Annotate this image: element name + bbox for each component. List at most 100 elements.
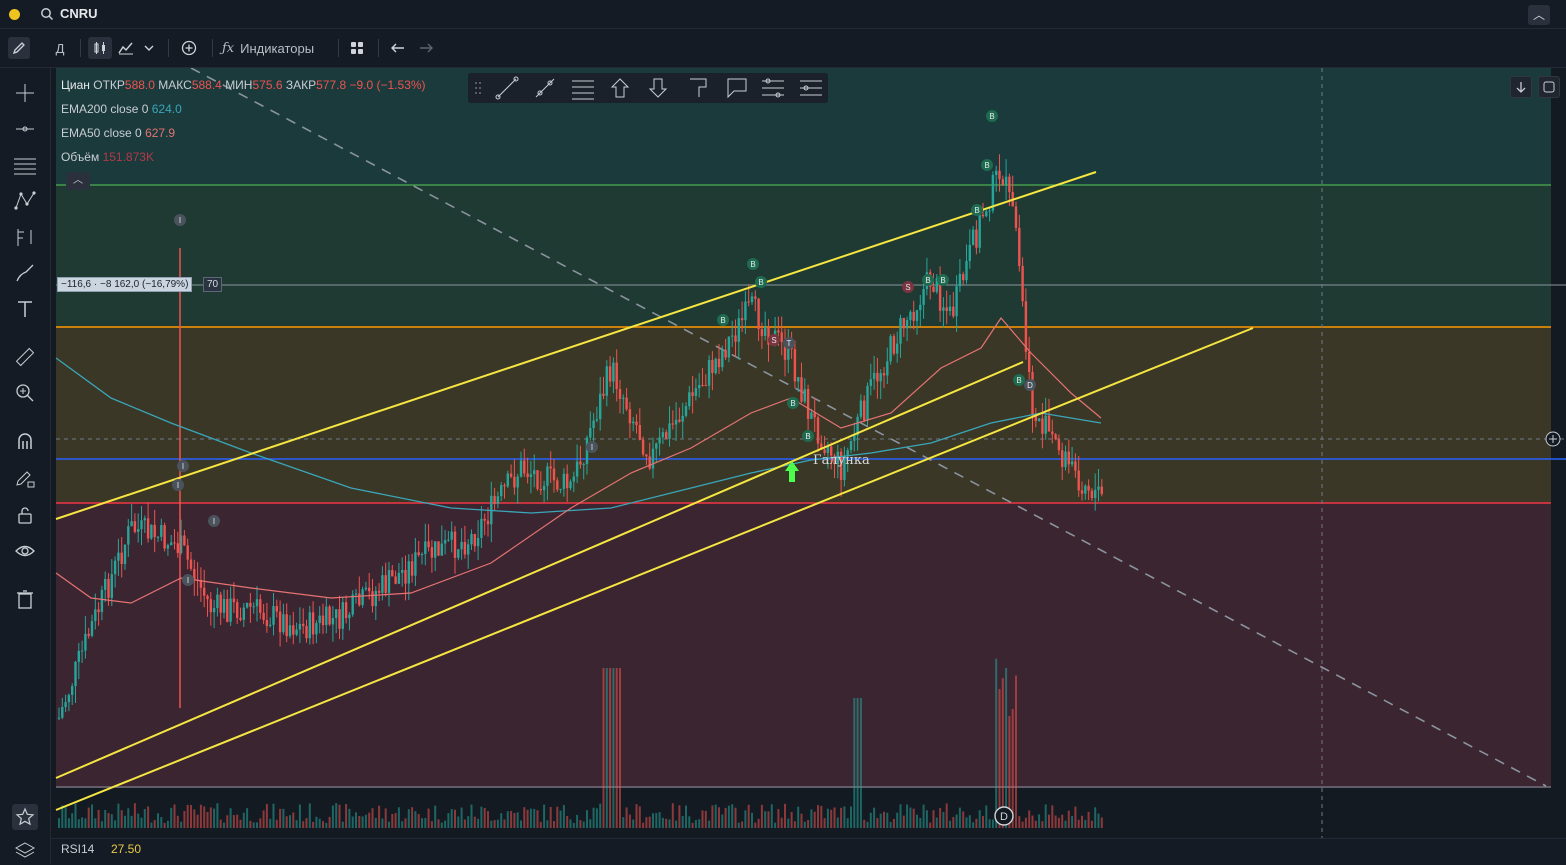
chart-annotation[interactable]: Галунка	[813, 453, 870, 468]
trash-icon[interactable]	[12, 586, 38, 612]
candle-body	[344, 602, 348, 619]
layers-icon[interactable]	[12, 838, 38, 864]
candle-body	[506, 473, 509, 487]
signal-marker-label: B	[940, 276, 945, 285]
interval-button[interactable]: Д	[50, 37, 70, 59]
candle-body	[391, 570, 394, 577]
legend-open-label: ОТКР	[93, 78, 125, 92]
toolbar-divider	[338, 39, 339, 57]
candle-body	[711, 359, 714, 373]
volume-bar	[1051, 805, 1054, 828]
plus-circle-icon[interactable]	[178, 37, 200, 59]
brush-icon[interactable]	[12, 260, 38, 286]
callout-icon	[727, 78, 747, 99]
redo-icon[interactable]	[416, 37, 436, 59]
candles-icon[interactable]	[88, 37, 112, 59]
candle-body	[328, 606, 331, 625]
ema200-legend[interactable]: EMA200 close 0 624.0	[61, 102, 182, 116]
indicators-button[interactable]: ƒx Индикаторы	[222, 37, 332, 59]
candle-body	[496, 496, 500, 505]
ruler-icon[interactable]	[12, 344, 38, 370]
rsi-value: 27.50	[111, 842, 142, 856]
chart-pane[interactable]: Галунка IIIIIIBBBSTBBBBBSBBBD D	[51, 68, 1566, 838]
lock-icon[interactable]	[12, 502, 38, 528]
chart-canvas[interactable]: Галунка IIIIIIBBBS TBBBBBSB BBD D	[51, 68, 1566, 838]
candle-body	[285, 614, 288, 637]
eye-icon[interactable]	[12, 538, 38, 564]
candle-body	[476, 537, 480, 547]
volume-bar	[922, 804, 925, 828]
arrow-up-icon	[610, 78, 630, 98]
volume-bar	[691, 822, 694, 828]
undo-icon[interactable]	[388, 37, 408, 59]
signal-marker-label: B	[750, 260, 755, 269]
measure-bars-tag[interactable]: 70	[203, 277, 223, 292]
candle-body	[539, 488, 542, 491]
volume-bar	[787, 818, 790, 828]
volume-bar	[988, 819, 991, 828]
magnet-icon[interactable]	[12, 428, 38, 454]
volume-bar	[216, 803, 219, 828]
main-legend[interactable]: Циан ОТКР588.0 МАКС588.4 МИН575.6 ЗАКР57…	[61, 78, 426, 92]
candle-body	[331, 617, 335, 625]
candle-body	[292, 625, 295, 635]
candle-body	[592, 420, 595, 428]
trend-line-icon[interactable]	[12, 116, 38, 142]
pattern-icon[interactable]	[12, 188, 38, 214]
volume-bar	[543, 804, 546, 828]
volume-bar	[747, 804, 750, 828]
candle-body	[265, 620, 269, 626]
crosshair-icon[interactable]	[12, 80, 38, 106]
grid-icon[interactable]	[346, 37, 368, 59]
volume-bar	[744, 810, 747, 828]
pencil-icon[interactable]	[8, 37, 30, 59]
volume-bar	[619, 668, 621, 828]
candle-body	[945, 307, 948, 312]
symbol-label[interactable]: CNRU	[60, 6, 98, 21]
candle-body	[325, 606, 328, 626]
volume-bar	[523, 807, 526, 828]
volume-bar	[1067, 810, 1070, 828]
volume-bar	[1018, 816, 1021, 828]
volume-bar	[58, 818, 60, 828]
chevron-down-icon[interactable]	[140, 37, 158, 59]
lock-pencil-icon[interactable]	[12, 466, 38, 492]
volume-legend[interactable]: Объём 151.873K	[61, 150, 154, 164]
candle-body	[1061, 450, 1064, 468]
candle-body	[876, 372, 879, 382]
candle-body	[288, 625, 292, 637]
ema50-legend[interactable]: EMA50 close 0 627.9	[61, 126, 175, 140]
volume-bar	[107, 813, 110, 828]
candle-body	[1097, 486, 1100, 490]
candle-body	[100, 589, 104, 613]
fork-icon[interactable]	[12, 224, 38, 250]
flag-icon	[690, 78, 707, 97]
collapse-button[interactable]: ︿	[1528, 5, 1550, 25]
signal-marker-label: B	[720, 316, 725, 325]
dividend-marker-label: D	[1000, 811, 1008, 823]
area-chart-icon[interactable]	[116, 37, 136, 59]
text-icon[interactable]	[12, 296, 38, 322]
volume-bar	[1087, 811, 1090, 828]
candle-body	[163, 525, 166, 549]
star-icon[interactable]	[12, 804, 38, 830]
scroll-down-button[interactable]	[1510, 76, 1532, 98]
volume-bar	[991, 819, 994, 828]
search-icon[interactable]	[40, 7, 54, 21]
volume-bar	[1044, 804, 1047, 828]
volume-bar	[767, 811, 770, 828]
horizontal-lines-icon[interactable]	[12, 152, 38, 178]
rsi-pane[interactable]: RSI14 27.50	[51, 838, 1566, 865]
volume-bar	[335, 803, 338, 828]
zoom-icon[interactable]	[12, 380, 38, 406]
volume-bar	[826, 808, 829, 828]
toolbar-divider	[378, 39, 379, 57]
volume-bar	[800, 813, 803, 828]
fullscreen-button[interactable]	[1538, 76, 1560, 98]
volume-bar	[714, 804, 717, 828]
volume-bar	[846, 818, 849, 828]
measure-tag[interactable]: −116,6 · −8 162,0 (−16,79%)	[57, 277, 193, 292]
volume-bar	[282, 808, 285, 828]
legend-collapse-button[interactable]: ︿	[66, 172, 90, 190]
volume-bar	[958, 807, 961, 828]
